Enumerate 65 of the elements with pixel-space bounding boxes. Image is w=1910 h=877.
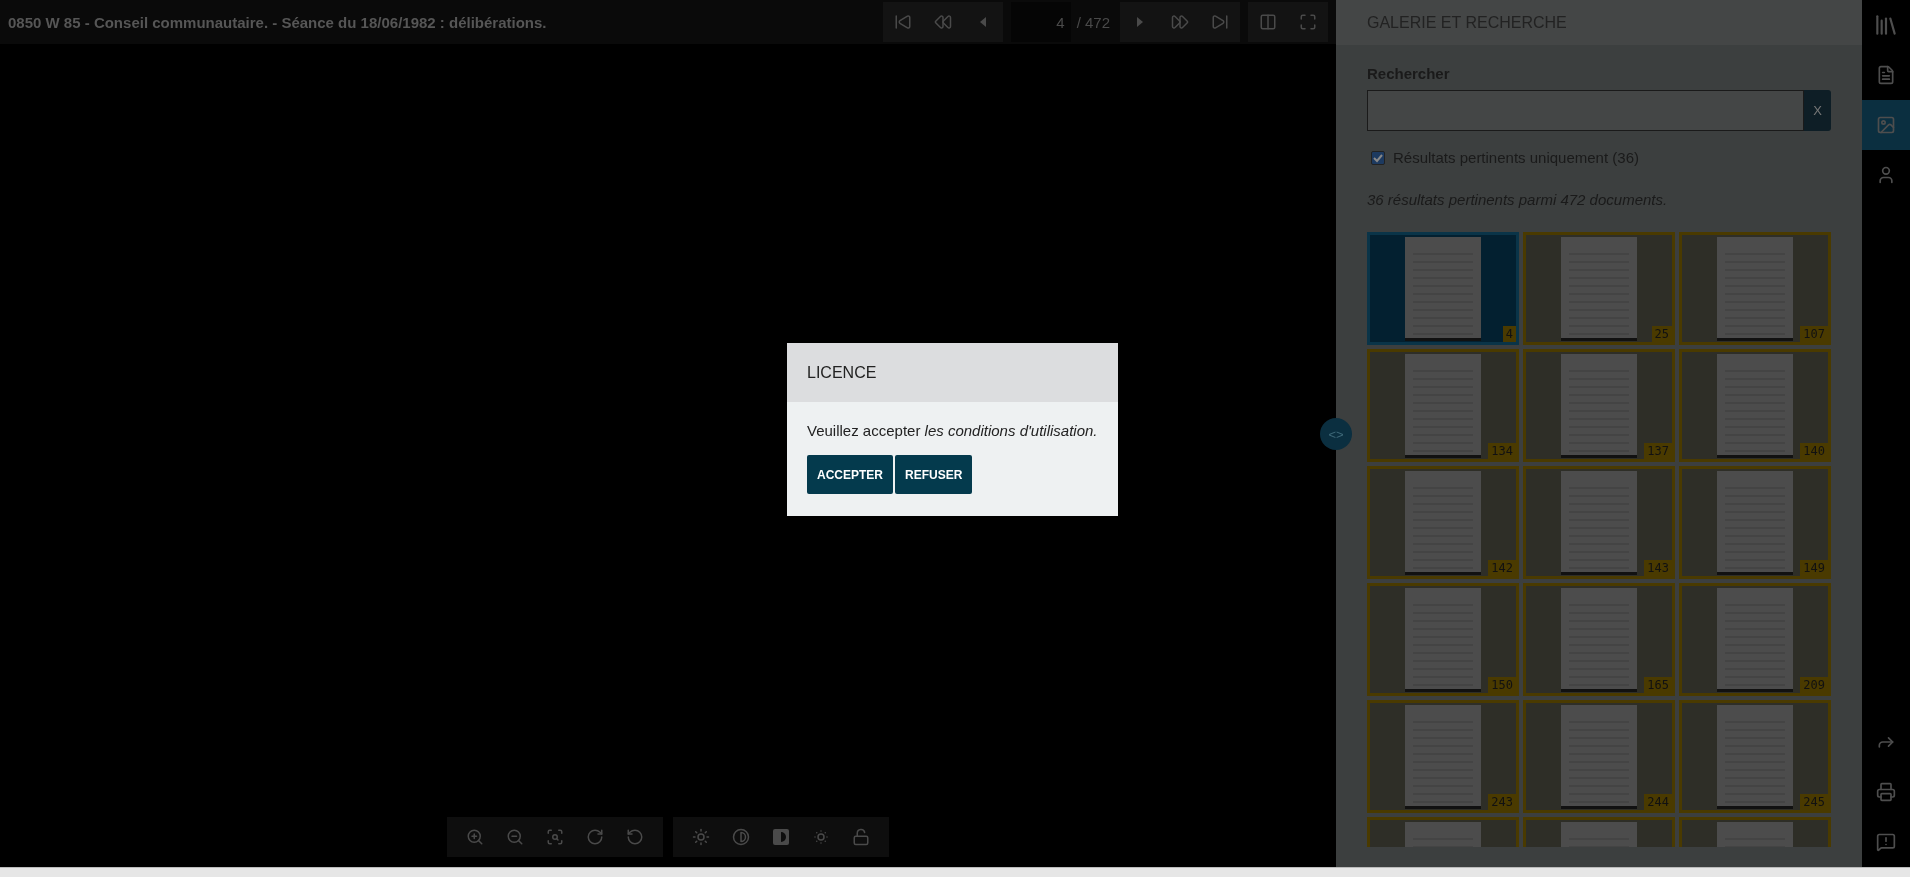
- zoom-area-icon: [546, 828, 564, 846]
- zoom-in-icon: [466, 828, 484, 846]
- dialog-message: Veuillez accepter les conditions d'utilisation.: [807, 422, 1098, 439]
- last-page-icon: [1211, 13, 1229, 31]
- panel-toggle-button[interactable]: <>: [1320, 418, 1352, 450]
- page-thumbnail[interactable]: 140: [1679, 349, 1831, 462]
- rotate-left-icon: [626, 828, 644, 846]
- refuse-button[interactable]: REFUSER: [895, 455, 973, 494]
- feedback-icon: [1876, 832, 1896, 852]
- next-page-icon: [1137, 17, 1143, 27]
- invert-icon: [772, 828, 790, 846]
- rewind-icon: [933, 13, 952, 31]
- rotate-right-icon: [586, 828, 604, 846]
- page-number: 142: [1488, 560, 1516, 576]
- page-total: / 472: [1076, 13, 1110, 31]
- dialog-title: LICENCE: [807, 363, 877, 382]
- page-thumbnail[interactable]: 245: [1679, 700, 1831, 813]
- page-thumbnail[interactable]: 4: [1367, 232, 1519, 345]
- page-number: 149: [1800, 560, 1828, 576]
- page-number: 209: [1800, 677, 1828, 693]
- page-number-field[interactable]: 4: [1010, 2, 1071, 42]
- page-thumbnail[interactable]: 143: [1523, 466, 1675, 579]
- page-number: 134: [1488, 443, 1516, 459]
- page-number: 137: [1644, 443, 1672, 459]
- brightness-icon: [692, 828, 710, 846]
- page-number: 243: [1488, 794, 1516, 810]
- page-number: 150: [1488, 677, 1516, 693]
- page-thumbnail[interactable]: 25: [1523, 232, 1675, 345]
- page-thumbnail[interactable]: 165: [1523, 583, 1675, 696]
- clear-button[interactable]: X: [1804, 90, 1831, 131]
- document-title: 0850 W 85 - Conseil communautaire. - Séance du 18/06/1982 : délibérations.: [8, 13, 548, 31]
- accept-button[interactable]: ACCEPTER: [807, 455, 893, 494]
- image-icon: [1876, 115, 1896, 135]
- unlock-icon: [852, 828, 870, 846]
- page-number: 244: [1644, 794, 1672, 810]
- contrast-icon: [732, 828, 750, 846]
- page-number: 245: [1800, 794, 1828, 810]
- zoom-out-icon: [506, 828, 524, 846]
- page-thumbnail[interactable]: 150: [1367, 583, 1519, 696]
- page-number: 165: [1644, 677, 1672, 693]
- print-icon: [1876, 782, 1896, 802]
- page-thumbnail[interactable]: 137: [1523, 349, 1675, 462]
- user-icon: [1876, 165, 1896, 185]
- page-number: 140: [1800, 443, 1828, 459]
- page-thumbnail[interactable]: 134: [1367, 349, 1519, 462]
- image-tab[interactable]: [1862, 100, 1910, 150]
- fast-forward-icon: [1171, 13, 1189, 31]
- previous-page-icon: [979, 17, 986, 27]
- search-field[interactable]: [1367, 90, 1804, 131]
- page-number: 107: [1800, 326, 1828, 342]
- page-thumbnail[interactable]: 142: [1367, 466, 1519, 579]
- document-icon: [1876, 65, 1896, 85]
- page-thumbnail[interactable]: 209: [1679, 583, 1831, 696]
- page-thumbnail[interactable]: 107: [1679, 232, 1831, 345]
- library-icon: [1873, 12, 1899, 38]
- page-number: 25: [1651, 326, 1672, 342]
- page-thumbnail[interactable]: 244: [1523, 700, 1675, 813]
- page-number: 4: [1502, 326, 1516, 342]
- page-thumbnail[interactable]: 243: [1367, 700, 1519, 813]
- filter-checkbox[interactable]: [1371, 150, 1385, 165]
- page-thumbnail[interactable]: 149: [1679, 466, 1831, 579]
- split-view-icon: [1259, 13, 1277, 31]
- fullscreen-icon: [1299, 13, 1317, 31]
- page-number: 143: [1644, 560, 1672, 576]
- first-page-icon: [893, 13, 912, 31]
